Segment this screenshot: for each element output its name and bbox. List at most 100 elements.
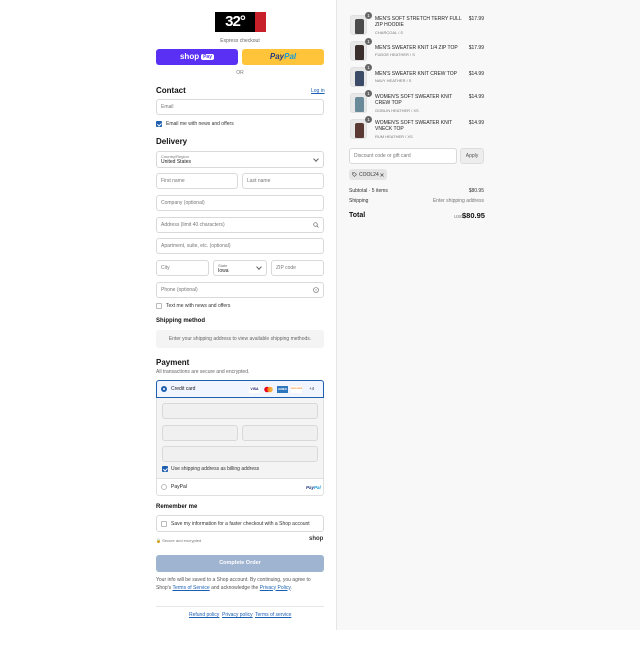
shirt-icon	[355, 97, 364, 112]
phone-placeholder: Phone (optional)	[161, 287, 198, 293]
amex-icon: AMEX	[277, 386, 288, 393]
first-name-field[interactable]: First name	[156, 173, 238, 189]
shop-logo: shop	[309, 536, 324, 542]
save-info-checkbox[interactable]	[161, 521, 167, 527]
legal-text-b: and acknowledge the	[211, 584, 259, 591]
total-value: $80.95	[462, 211, 485, 220]
billing-same-label: Use shipping address as billing address	[171, 466, 260, 472]
product-thumbnail	[350, 119, 367, 139]
credit-card-label: Credit card	[171, 386, 196, 392]
logo-mark: 32°	[215, 12, 255, 32]
email-placeholder: Email	[161, 104, 174, 110]
subtotal-value: $80.95	[468, 188, 484, 194]
credit-card-radio[interactable]	[161, 386, 167, 392]
state-value: Iowa	[218, 267, 229, 274]
login-link[interactable]: Log in	[311, 88, 325, 94]
product-variant: GOBLIN HEATHER / XS	[375, 108, 419, 113]
quantity-badge: 1	[365, 116, 372, 123]
company-field[interactable]: Company (optional)	[156, 195, 324, 211]
help-icon[interactable]: ?	[313, 287, 319, 293]
discount-code-field[interactable]: Discount code or gift card	[349, 148, 457, 164]
quantity-badge: 1	[365, 64, 372, 71]
product-name: MEN'S SOFT STRETCH TERRY FULL ZIP HOODIE	[375, 16, 462, 28]
paypal-option[interactable]: PayPal PayPal	[156, 478, 324, 496]
order-summary-column: 1 MEN'S SOFT STRETCH TERRY FULL ZIP HOOD…	[337, 0, 640, 630]
expiry-field[interactable]	[162, 425, 238, 441]
discount-placeholder: Discount code or gift card	[354, 153, 411, 159]
product-name: MEN'S SWEATER KNIT CREW TOP	[375, 71, 457, 77]
complete-order-button[interactable]: Complete Order	[156, 555, 324, 572]
shop-pay-button[interactable]: shop Pay	[156, 49, 238, 65]
discount-tag: COOL24	[349, 169, 387, 180]
lock-icon: 🔒	[156, 538, 161, 543]
name-on-card-field[interactable]	[162, 446, 318, 462]
or-divider: OR	[236, 70, 244, 76]
shipping-method-heading: Shipping method	[156, 318, 205, 324]
privacy-policy-link[interactable]: Privacy policy	[222, 612, 253, 618]
product-thumbnail	[350, 41, 367, 61]
refund-policy-link[interactable]: Refund policy	[189, 612, 219, 618]
search-icon	[313, 222, 319, 228]
payment-subtitle: All transactions are secure and encrypte…	[156, 369, 250, 375]
company-placeholder: Company (optional)	[161, 200, 205, 206]
quantity-badge: 1	[365, 90, 372, 97]
shop-pay-badge: Pay	[201, 53, 214, 60]
security-code-field[interactable]	[242, 425, 318, 441]
newsletter-label: Email me with news and offers	[166, 121, 234, 127]
terms-link[interactable]: Terms of Service	[172, 585, 209, 591]
billing-same-checkbox[interactable]	[162, 466, 168, 472]
product-variant: RUM HEATHER / XS	[375, 134, 413, 139]
quantity-badge: 1	[365, 12, 372, 19]
store-logo[interactable]: 32°	[215, 12, 266, 32]
paypal-express-button[interactable]: PayPal	[242, 49, 324, 65]
apply-discount-button[interactable]: Apply	[460, 148, 484, 164]
product-thumbnail	[350, 93, 367, 113]
mastercard-icon	[263, 386, 274, 393]
shirt-icon	[355, 71, 364, 86]
apartment-field[interactable]: Apartment, suite, etc. (optional)	[156, 238, 324, 254]
shop-pay-label: shop	[179, 52, 200, 61]
phone-field[interactable]: Phone (optional)	[156, 282, 324, 298]
card-number-field[interactable]	[162, 403, 318, 419]
product-price: $14.99	[468, 120, 484, 126]
shirt-icon	[355, 123, 364, 138]
product-thumbnail	[350, 15, 367, 35]
visa-icon: VISA	[249, 386, 260, 393]
logo-accent	[255, 12, 266, 32]
checkout-form-column: 32° Express checkout shop Pay PayPal OR C…	[0, 0, 337, 630]
newsletter-checkbox[interactable]	[156, 121, 162, 127]
product-name: MEN'S SWEATER KNIT 1/4 ZIP TOP	[375, 45, 458, 51]
shirt-icon	[355, 19, 364, 34]
email-field[interactable]: Email	[156, 99, 324, 115]
paypal-radio[interactable]	[161, 484, 167, 490]
zip-placeholder: ZIP code	[276, 265, 296, 271]
last-name-field[interactable]: Last name	[242, 173, 324, 189]
product-price: $17.99	[468, 16, 484, 22]
paypal-logo: PayPal	[306, 485, 321, 490]
country-select[interactable]: Country/Region United States	[156, 151, 324, 168]
privacy-link[interactable]: Privacy Policy	[260, 585, 291, 591]
close-icon[interactable]	[380, 172, 384, 177]
credit-card-option[interactable]: Credit card VISA AMEX DISCOVER +4	[156, 380, 324, 398]
product-price: $14.99	[468, 71, 484, 77]
delivery-heading: Delivery	[156, 137, 188, 146]
city-field[interactable]: City	[156, 260, 209, 276]
product-variant: NAVY HEATHER / S	[375, 78, 412, 83]
terms-of-service-link[interactable]: Terms of service	[255, 612, 291, 618]
credit-card-form: Use shipping address as billing address	[156, 398, 324, 478]
paypal-option-label: PayPal	[171, 484, 187, 490]
zip-field[interactable]: ZIP code	[271, 260, 324, 276]
tag-icon	[352, 172, 357, 177]
paypal-label-a: Pay	[269, 52, 285, 61]
paypal-logo-a: Pay	[306, 485, 315, 490]
apartment-placeholder: Apartment, suite, etc. (optional)	[161, 243, 231, 249]
address-field[interactable]: Address (limit 40 characters)	[156, 217, 324, 233]
city-placeholder: City	[161, 265, 170, 271]
save-info-label: Save my information for a faster checkou…	[171, 521, 310, 527]
shipping-value: Enter shipping address	[432, 198, 484, 204]
secure-label: Secure and encrypted	[162, 538, 202, 543]
shirt-icon	[355, 45, 364, 60]
shipping-label: Shipping	[349, 198, 369, 204]
save-info-option[interactable]: Save my information for a faster checkou…	[156, 515, 324, 532]
text-offers-checkbox[interactable]	[156, 303, 162, 309]
